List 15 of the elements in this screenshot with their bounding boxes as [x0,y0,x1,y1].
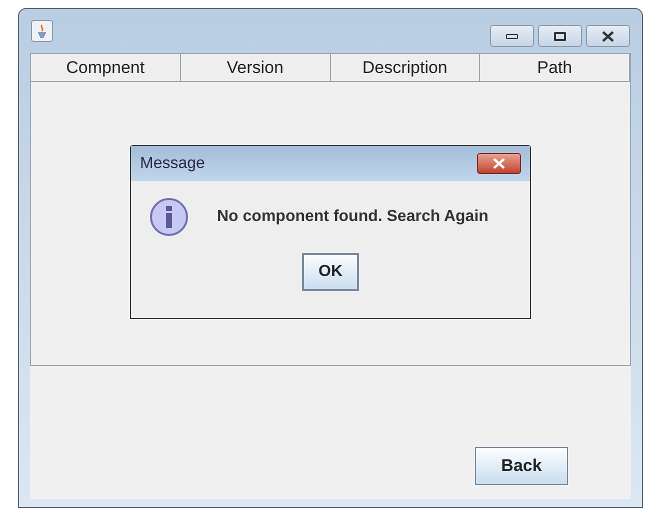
app-icon [31,20,53,42]
maximize-icon [554,32,566,40]
back-button[interactable]: Back [475,447,568,485]
maximize-button[interactable] [538,25,582,47]
ok-button[interactable]: OK [302,253,359,291]
close-icon [492,158,506,169]
close-button[interactable] [586,25,630,47]
info-icon [149,197,189,237]
minimize-icon [506,34,518,38]
column-header[interactable]: Description [330,54,480,81]
close-button[interactable] [477,153,521,174]
message-text: No component found. Search Again [217,207,488,227]
close-icon [601,30,615,42]
dialog-title: Message [140,154,205,174]
minimize-button[interactable] [490,25,534,47]
